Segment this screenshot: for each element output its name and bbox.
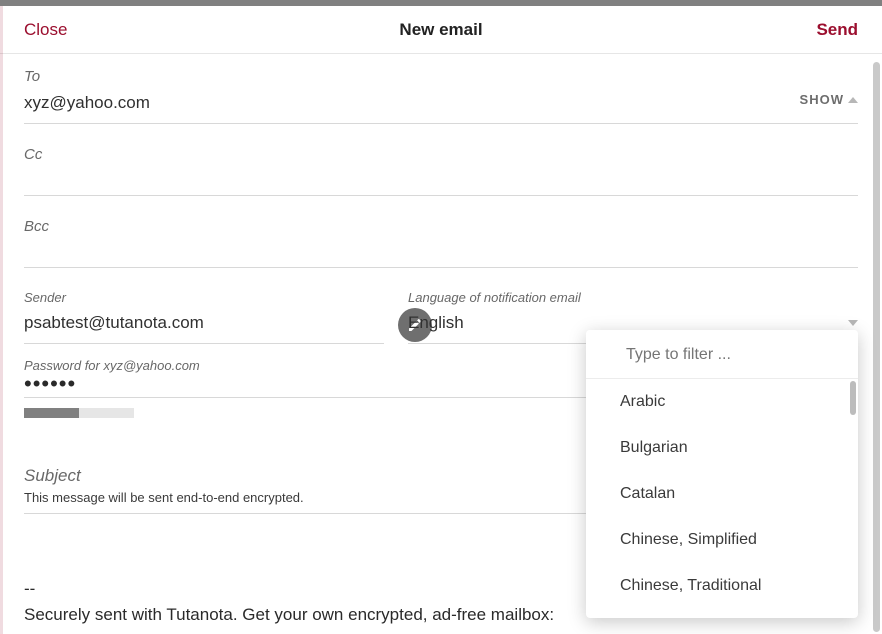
- to-label: To: [24, 68, 858, 85]
- chevron-up-icon: [848, 97, 858, 103]
- show-recipients-toggle[interactable]: SHOW: [800, 92, 858, 107]
- password-strength-meter: [24, 408, 134, 418]
- language-dropdown: Arabic Bulgarian Catalan Chinese, Simpli…: [586, 330, 858, 618]
- to-field-row: To SHOW: [24, 68, 858, 124]
- dropdown-option[interactable]: Chinese, Traditional: [586, 563, 858, 609]
- dropdown-filter-input[interactable]: [586, 330, 858, 379]
- password-strength-fill: [24, 408, 79, 418]
- bcc-label: Bcc: [24, 218, 858, 235]
- dropdown-scrollbar[interactable]: [850, 381, 856, 415]
- dropdown-option[interactable]: Bulgarian: [586, 425, 858, 471]
- compose-title: New email: [399, 20, 482, 40]
- chevron-down-icon: [848, 320, 858, 326]
- cc-label: Cc: [24, 146, 858, 163]
- sender-field-row: Sender: [24, 290, 384, 344]
- dropdown-list: Arabic Bulgarian Catalan Chinese, Simpli…: [586, 379, 858, 618]
- main-scrollbar[interactable]: [873, 62, 880, 632]
- show-label: SHOW: [800, 92, 844, 107]
- dropdown-option[interactable]: Chinese, Simplified: [586, 517, 858, 563]
- dropdown-option[interactable]: Arabic: [586, 379, 858, 425]
- language-label: Language of notification email: [408, 290, 858, 305]
- dropdown-option[interactable]: Catalan: [586, 471, 858, 517]
- close-button[interactable]: Close: [24, 20, 67, 40]
- cc-input[interactable]: [24, 165, 858, 196]
- language-value: English: [408, 313, 464, 333]
- to-input[interactable]: [24, 87, 858, 124]
- bcc-field-row: Bcc: [24, 218, 858, 268]
- send-button[interactable]: Send: [816, 20, 858, 40]
- compose-header: Close New email Send: [0, 6, 882, 54]
- sender-input[interactable]: [24, 307, 384, 344]
- sender-label: Sender: [24, 290, 384, 305]
- cc-field-row: Cc: [24, 146, 858, 196]
- bcc-input[interactable]: [24, 237, 858, 268]
